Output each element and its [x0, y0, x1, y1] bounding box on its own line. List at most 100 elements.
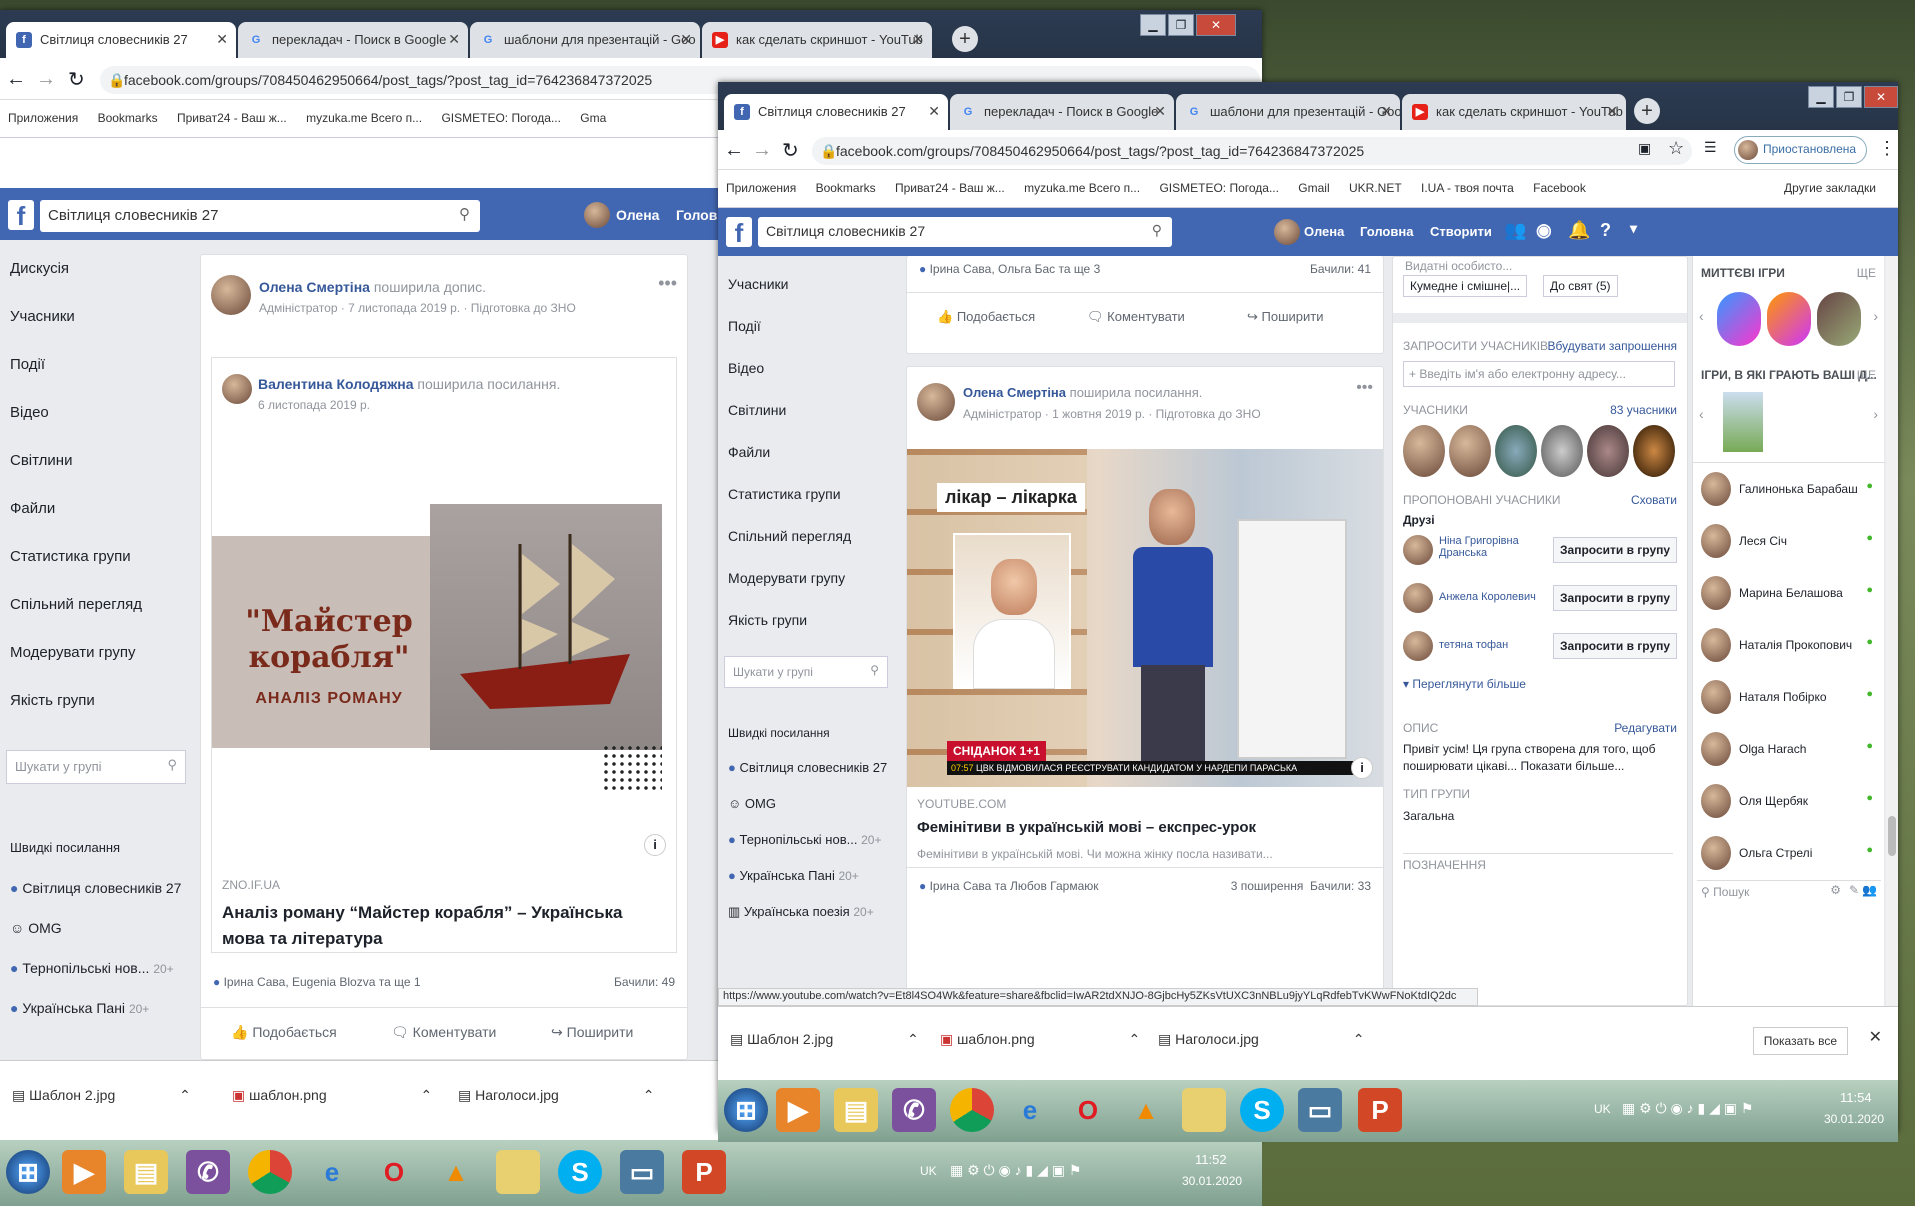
sidebar-item[interactable]: Учасники [728, 276, 788, 292]
edit-description-link[interactable]: Редагувати [1614, 721, 1677, 735]
computer-icon[interactable]: ▭ [1298, 1088, 1342, 1132]
translate-icon[interactable]: ▣ [1638, 140, 1651, 157]
folder-icon[interactable] [496, 1150, 540, 1194]
embed-invite-link[interactable]: Вбудувати запрошення [1548, 339, 1677, 353]
chevron-right-icon[interactable]: › [1873, 406, 1878, 422]
forward-arrow-icon[interactable]: → [752, 139, 772, 162]
suggested-name[interactable]: тетяна тофан [1439, 639, 1549, 651]
user-link[interactable]: Олена [1304, 224, 1344, 239]
sidebar-item[interactable]: Події [728, 318, 761, 334]
back-tab-google-2[interactable]: G шаблони для презентацій - Goo ✕ [470, 22, 700, 58]
media-player-icon[interactable]: ▶ [776, 1088, 820, 1132]
home-link[interactable]: Головна [1360, 224, 1413, 239]
help-icon[interactable]: ? [1600, 220, 1611, 241]
extension-icon[interactable]: ☰ [1704, 139, 1717, 156]
download-item[interactable]: ▤ Шаблон 2.jpg ⌃ [12, 1087, 191, 1104]
bookmark-item[interactable]: Приложения [726, 181, 796, 195]
group-chat-icon[interactable]: 👥 [1862, 883, 1877, 897]
notifications-icon[interactable]: 🔔 [1568, 220, 1590, 241]
tray-lang[interactable]: UK [920, 1164, 937, 1178]
more-options-icon[interactable]: ••• [1356, 379, 1373, 397]
bookmark-item[interactable]: I.UA - твоя почта [1421, 181, 1514, 195]
link-title[interactable]: Аналіз роману “Майстер корабля” – Україн… [222, 900, 662, 952]
powerpoint-icon[interactable]: P [682, 1150, 726, 1194]
file-explorer-icon[interactable]: ▤ [124, 1150, 168, 1194]
shortcut-item[interactable]: ● Українська Пані 20+ [728, 868, 859, 883]
create-link[interactable]: Створити [1430, 224, 1492, 239]
computer-icon[interactable]: ▭ [620, 1150, 664, 1194]
friends-requests-icon[interactable]: 👥 [1504, 220, 1526, 241]
clock-time[interactable]: 11:52 [1195, 1152, 1227, 1167]
bookmark-item[interactable]: Приват24 - Ваш ж... [895, 181, 1005, 195]
contact-item[interactable]: Оля Щербяк ● [1701, 780, 1877, 822]
powerpoint-icon[interactable]: P [1358, 1088, 1402, 1132]
chevron-right-icon[interactable]: › [1873, 308, 1878, 324]
sidebar-item[interactable]: Якість групи [10, 692, 95, 709]
topic-chip[interactable]: До свят (5) [1543, 275, 1618, 297]
bookmark-item[interactable]: Gma [580, 111, 606, 125]
opera-icon[interactable]: O [1066, 1088, 1110, 1132]
close-icon[interactable]: ✕ [216, 31, 228, 48]
maximize-button[interactable]: ❐ [1168, 14, 1194, 36]
download-item[interactable]: ▤ Наголоси.jpg ⌃ [1158, 1031, 1364, 1048]
chevron-left-icon[interactable]: ‹ [1699, 308, 1704, 324]
member-avatar[interactable] [1633, 425, 1675, 477]
bookmark-item[interactable]: myzuka.me Всего п... [306, 111, 422, 125]
minimize-button[interactable]: ▁ [1140, 14, 1166, 36]
bookmark-item[interactable]: Приват24 - Ваш ж... [177, 111, 287, 125]
reload-icon[interactable]: ↻ [68, 67, 85, 92]
chevron-down-icon[interactable]: ▾ [1630, 220, 1637, 237]
front-url-field[interactable]: 🔒 facebook.com/groups/708450462950664/po… [812, 137, 1692, 165]
contact-item[interactable]: Марина Белашова ● [1701, 572, 1877, 614]
front-tab-google-2[interactable]: G шаблони для презентацій - Goo ✕ [1176, 94, 1400, 130]
like-button[interactable]: 👍 Подобається [231, 1024, 337, 1041]
like-button[interactable]: 👍 Подобається [937, 309, 1035, 325]
close-icon[interactable]: ✕ [1606, 103, 1618, 120]
member-avatar[interactable] [1403, 425, 1445, 477]
front-tab-youtube[interactable]: ▶ как сделать скриншот - YouTub ✕ [1402, 94, 1626, 130]
sidebar-item[interactable]: Відео [10, 404, 49, 421]
bookmark-item[interactable]: myzuka.me Всего п... [1024, 181, 1140, 195]
chrome-icon[interactable] [950, 1088, 994, 1132]
shortcut-item[interactable]: ● Тернопільські нов... 20+ [728, 832, 881, 847]
contact-item[interactable]: Наталія Прокопович ● [1701, 624, 1877, 666]
bookmark-item[interactable]: Bookmarks [816, 181, 876, 195]
member-avatar[interactable] [1587, 425, 1629, 477]
viber-icon[interactable]: ✆ [892, 1088, 936, 1132]
member-avatar[interactable] [1495, 425, 1537, 477]
profile-button[interactable]: Приостановлена [1734, 136, 1868, 164]
sidebar-item[interactable]: Події [10, 356, 45, 373]
close-icon[interactable]: ✕ [680, 31, 692, 48]
download-item[interactable]: ▤ Шаблон 2.jpg ⌃ [730, 1031, 919, 1048]
link-image[interactable]: "Майстер корабля" АНАЛІЗ РОМАНУ i [212, 454, 676, 864]
messenger-icon[interactable]: ◉ [1536, 220, 1552, 241]
avatar[interactable] [584, 202, 610, 228]
show-all-button[interactable]: Показать все [1752, 1027, 1848, 1055]
sidebar-item[interactable]: Файли [10, 500, 55, 517]
bookmark-item[interactable]: UKR.NET [1349, 181, 1402, 195]
sidebar-item[interactable]: Світлини [10, 452, 72, 469]
back-arrow-icon[interactable]: ← [724, 139, 744, 162]
skype-icon[interactable]: S [1240, 1088, 1284, 1132]
other-bookmarks[interactable]: Другие закладки [1784, 181, 1876, 195]
reactions-summary[interactable]: ● Ірина Сава та Любов Гармаюк [919, 879, 1099, 893]
more-options-icon[interactable]: ••• [658, 273, 677, 294]
reactions-summary[interactable]: ● Ірина Сава, Ольга Бас та ще 3 [919, 262, 1100, 276]
contact-item[interactable]: Леся Січ ● [1701, 520, 1877, 562]
download-item[interactable]: ▤ Наголоси.jpg ⌃ [458, 1087, 654, 1104]
comment-button[interactable]: 🗨 Коментувати [1087, 309, 1185, 325]
chevron-up-icon[interactable]: ⌃ [643, 1087, 655, 1103]
bookmark-item[interactable]: Gmail [1298, 181, 1329, 195]
link-title[interactable]: Фемінітиви в українській мові – експрес-… [917, 819, 1367, 836]
sidebar-item[interactable]: Модерувати групу [728, 570, 845, 586]
info-icon[interactable]: i [644, 834, 666, 856]
settings-icon[interactable]: ⚙ [1830, 883, 1841, 897]
inner-author-link[interactable]: Валентина Колодяжна [258, 376, 414, 392]
sidebar-item[interactable]: Спільний перегляд [728, 528, 851, 544]
bookmark-item[interactable]: Приложения [8, 111, 78, 125]
info-icon[interactable]: i [1351, 757, 1373, 779]
front-tab-google-1[interactable]: G перекладач - Поиск в Google ✕ [950, 94, 1174, 130]
shortcut-item[interactable]: ● Світлиця словесників 27 [728, 760, 887, 775]
avatar[interactable] [1274, 219, 1300, 245]
avatar[interactable] [1403, 583, 1433, 613]
